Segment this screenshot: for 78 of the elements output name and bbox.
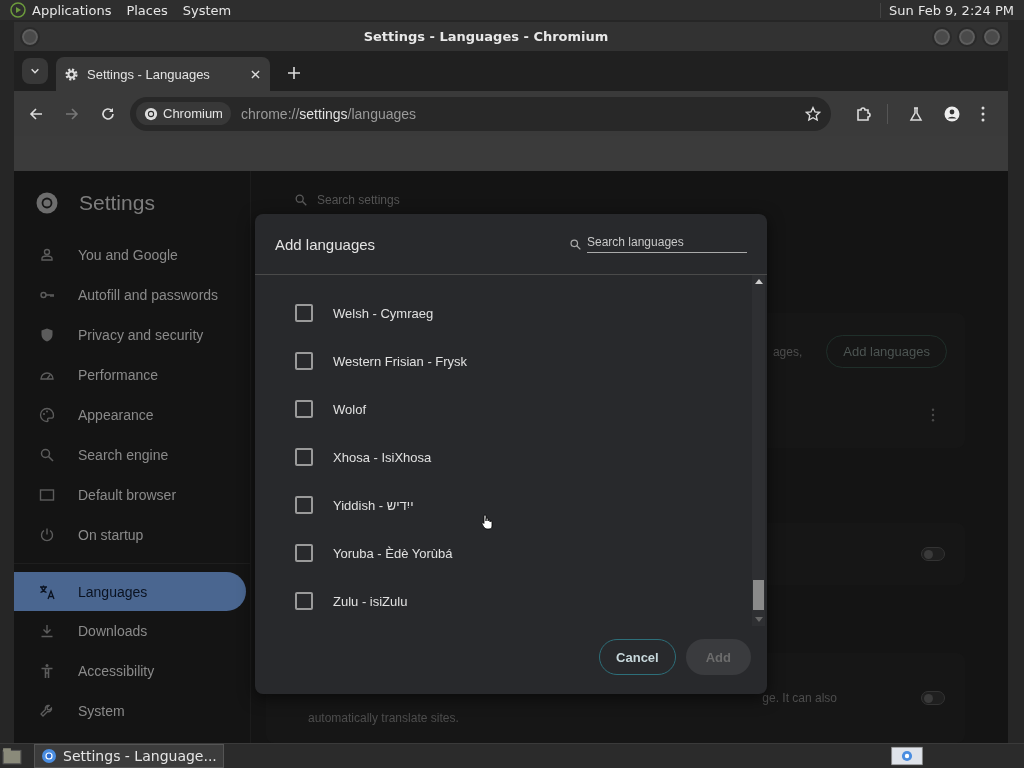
download-icon: [39, 623, 55, 639]
wrench-icon: [39, 703, 55, 719]
taskbar-task[interactable]: Settings - Language...: [34, 744, 224, 768]
sidebar-item[interactable]: Default browser: [14, 475, 246, 515]
checkbox[interactable]: [295, 592, 313, 610]
scrollbar-thumb[interactable]: [753, 580, 764, 610]
chromium-logo-icon: [41, 748, 57, 764]
checkbox[interactable]: [295, 304, 313, 322]
chromium-logo-icon: [144, 106, 158, 121]
scroll-up-icon[interactable]: [754, 278, 763, 284]
menu-icon[interactable]: [980, 105, 986, 122]
sidebar-item[interactable]: Accessibility: [14, 651, 246, 691]
access-icon: [39, 663, 55, 679]
language-label[interactable]: Yoruba - Èdè Yorùbá: [333, 545, 453, 561]
flask-icon[interactable]: [908, 105, 924, 122]
search-languages-field[interactable]: Search languages: [587, 233, 747, 253]
panel-menu[interactable]: Applications: [32, 2, 112, 18]
toggle-switch[interactable]: [921, 547, 945, 561]
sidebar-item[interactable]: Performance: [14, 355, 246, 395]
translate-icon: [39, 583, 55, 600]
language-label[interactable]: Wolof: [333, 401, 366, 417]
address-bar[interactable]: Chromium chrome://settings/languages: [130, 96, 831, 131]
search-icon: [294, 193, 308, 207]
person-icon: [39, 247, 55, 263]
site-chip-label: Chromium: [163, 106, 223, 121]
window-title: Settings - Languages - Chromium: [362, 29, 610, 44]
new-tab-icon[interactable]: [288, 67, 300, 79]
toggle-switch[interactable]: [921, 691, 945, 705]
sidebar-item[interactable]: Search engine: [14, 435, 246, 475]
sidebar-item[interactable]: Privacy and security: [14, 315, 246, 355]
power-icon: [39, 527, 55, 543]
distro-logo-icon[interactable]: [10, 2, 26, 18]
close-icon[interactable]: [251, 69, 260, 79]
sidebar-item[interactable]: On startup: [14, 515, 246, 555]
chromium-logo-icon: [35, 191, 59, 215]
forward-icon[interactable]: [64, 105, 80, 122]
star-icon[interactable]: [805, 105, 821, 122]
caret-icon: [30, 66, 40, 76]
panel-clock[interactable]: Sun Feb 9, 2:24 PM: [880, 2, 1014, 18]
hand-cursor-icon: [481, 514, 493, 530]
checkbox[interactable]: [295, 496, 313, 514]
browser-tab[interactable]: Settings - Languages: [56, 57, 270, 91]
gear-icon: [64, 66, 79, 82]
checkbox[interactable]: [295, 400, 313, 418]
tab-search-button[interactable]: [22, 58, 48, 84]
url-text: chrome://settings/languages: [240, 105, 418, 122]
sidebar-item[interactable]: You and Google: [14, 235, 246, 275]
language-label[interactable]: Zulu - isiZulu: [333, 593, 408, 609]
sidebar-item[interactable]: Autofill and passwords: [14, 275, 246, 315]
sidebar-item[interactable]: Downloads: [14, 611, 246, 651]
browser-icon: [39, 487, 55, 503]
palette-icon: [39, 407, 55, 423]
panel-menu[interactable]: Places: [126, 2, 168, 18]
puzzle-icon[interactable]: [855, 105, 871, 122]
dialog-title: Add languages: [275, 235, 377, 253]
site-chip[interactable]: Chromium: [136, 102, 231, 125]
workspace-switcher-icon[interactable]: [891, 745, 923, 767]
checkbox[interactable]: [295, 448, 313, 466]
back-icon[interactable]: [28, 105, 44, 122]
show-desktop-icon[interactable]: [2, 747, 22, 765]
profile-icon[interactable]: [944, 105, 960, 122]
search-settings-field[interactable]: Search settings: [315, 192, 519, 208]
sidebar-item[interactable]: System: [14, 691, 246, 731]
panel-menu[interactable]: System: [182, 2, 232, 18]
language-label[interactable]: Western Frisian - Frysk: [333, 353, 468, 369]
search-icon: [569, 237, 582, 251]
checkbox[interactable]: [295, 544, 313, 562]
language-label[interactable]: Welsh - Cymraeg: [333, 305, 434, 321]
settings-title: Settings: [79, 191, 155, 215]
checkbox[interactable]: [295, 352, 313, 370]
scrollbar[interactable]: [752, 275, 765, 626]
reload-icon[interactable]: [100, 105, 116, 122]
language-label[interactable]: Yiddish - ייִדיש: [333, 497, 414, 513]
language-label[interactable]: Xhosa - IsiXhosa: [333, 449, 432, 465]
tab-title: Settings - Languages: [87, 66, 211, 82]
sidebar-item[interactable]: Appearance: [14, 395, 246, 435]
search-icon: [39, 447, 55, 463]
shield-icon: [39, 327, 55, 343]
